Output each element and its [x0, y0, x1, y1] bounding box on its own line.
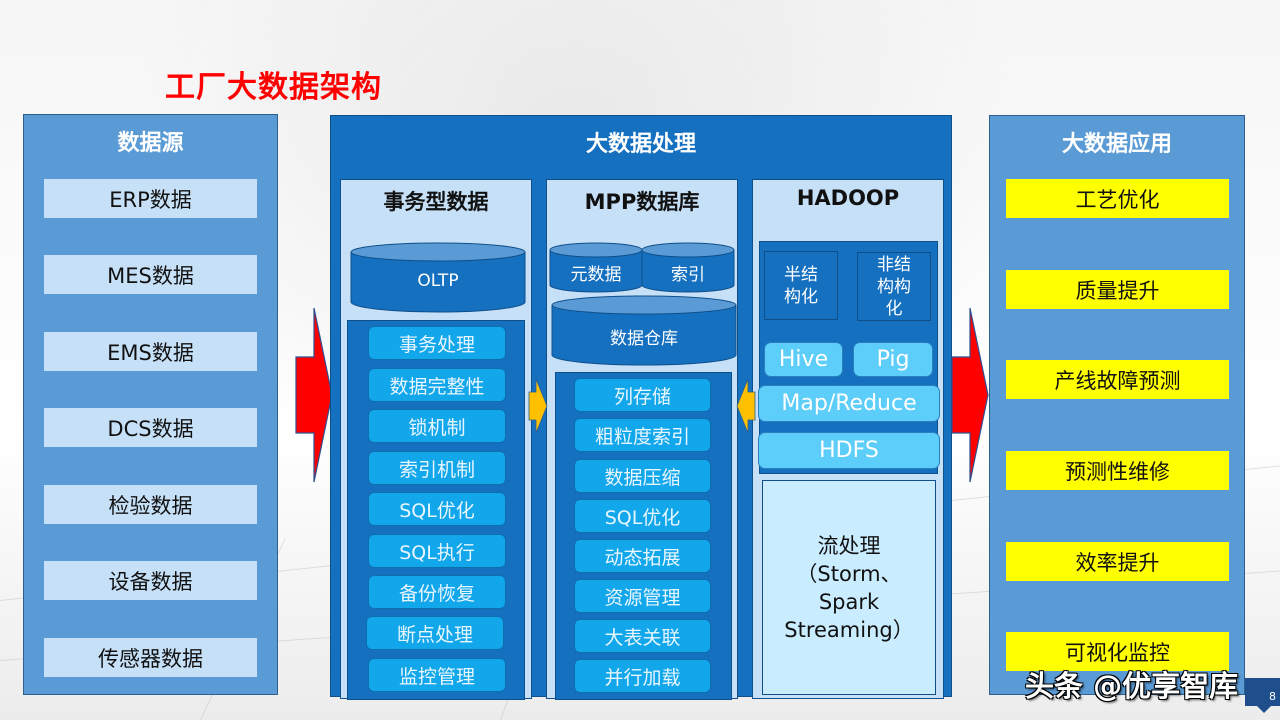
hadoop-stack-box: 半结 构化 非结 构构 化 Hive Pig Map/Reduce HDFS	[758, 241, 940, 474]
source-item: ERP数据	[44, 179, 257, 218]
flow-arrow-right-small-icon	[528, 378, 548, 434]
big-data-processing-panel: 大数据处理 事务型数据 OLTP 事务处理 数据完整性 锁机制 索引机制 SQL…	[330, 115, 952, 700]
source-item: DCS数据	[44, 408, 257, 447]
transactional-data-column: 事务型数据 OLTP 事务处理 数据完整性 锁机制 索引机制 SQL优化 SQL…	[340, 179, 532, 700]
metadata-label: 元数据	[570, 265, 622, 285]
source-item: 检验数据	[44, 485, 257, 524]
processing-heading: 大数据处理	[585, 132, 696, 157]
feature-item: 数据压缩	[574, 459, 711, 493]
hadoop-heading: HADOOP	[796, 186, 900, 210]
flow-arrow-left-small-icon	[736, 378, 756, 434]
applications-heading: 大数据应用	[1061, 132, 1172, 157]
feature-item: 锁机制	[368, 409, 506, 443]
feature-item: 列存储	[574, 378, 711, 412]
data-warehouse-label: 数据仓库	[610, 329, 678, 349]
transactional-heading: 事务型数据	[383, 190, 489, 214]
page-number-badge: 8	[1245, 678, 1280, 713]
feature-item: 事务处理	[368, 326, 506, 360]
flow-arrow-right-icon	[295, 307, 333, 483]
feature-item: 资源管理	[574, 579, 711, 613]
application-item: 质量提升	[1006, 270, 1229, 309]
pig-block: Pig	[853, 342, 933, 377]
hadoop-column: HADOOP 半结 构化 非结 构构 化 Hive Pig Map/Reduce…	[752, 179, 944, 699]
application-item: 效率提升	[1006, 542, 1229, 581]
index-database: 索引	[641, 242, 735, 294]
hdfs-block: HDFS	[758, 432, 940, 469]
transactional-features-box: 事务处理 数据完整性 锁机制 索引机制 SQL优化 SQL执行 备份恢复 断点处…	[347, 320, 525, 700]
feature-item: SQL优化	[574, 499, 711, 533]
data-warehouse-database: 数据仓库	[551, 295, 737, 367]
mpp-heading: MPP数据库	[584, 190, 700, 214]
stream-processing-box: 流处理 （Storm、 Spark Streaming）	[762, 480, 936, 695]
mapreduce-block: Map/Reduce	[758, 385, 940, 422]
oltp-label: OLTP	[417, 271, 459, 291]
source-item: 传感器数据	[44, 638, 257, 677]
data-sources-panel: 数据源 ERP数据 MES数据 EMS数据 DCS数据 检验数据 设备数据 传感…	[23, 114, 278, 695]
feature-item: 监控管理	[368, 658, 506, 692]
unstructured-box: 非结 构构 化	[857, 252, 931, 321]
semi-structured-box: 半结 构化	[764, 251, 838, 320]
feature-item: 数据完整性	[368, 368, 506, 402]
feature-item: 备份恢复	[368, 575, 506, 609]
source-item: EMS数据	[44, 332, 257, 371]
mpp-database-column: MPP数据库 元数据 索引 数据仓库 列存储 粗粒度索引 数据压缩 SQL优化 …	[546, 179, 738, 700]
feature-item: SQL优化	[368, 492, 506, 526]
feature-item: 并行加载	[574, 659, 711, 693]
application-item: 工艺优化	[1006, 179, 1229, 218]
feature-item: SQL执行	[368, 534, 506, 568]
feature-item: 断点处理	[366, 616, 504, 650]
index-label: 索引	[671, 265, 705, 285]
application-item: 产线故障预测	[1006, 360, 1229, 399]
big-data-applications-panel: 大数据应用 工艺优化 质量提升 产线故障预测 预测性维修 效率提升 可视化监控	[989, 115, 1245, 695]
application-item: 预测性维修	[1006, 451, 1229, 490]
metadata-database: 元数据	[549, 242, 643, 294]
feature-item: 粗粒度索引	[574, 418, 711, 452]
feature-item: 索引机制	[368, 451, 506, 485]
flow-arrow-right-icon	[951, 307, 989, 483]
page-number: 8	[1269, 690, 1276, 703]
data-sources-heading: 数据源	[117, 131, 184, 156]
watermark: 头条 @优享智库	[1025, 669, 1239, 703]
mpp-features-box: 列存储 粗粒度索引 数据压缩 SQL优化 动态拓展 资源管理 大表关联 并行加载	[555, 372, 732, 700]
source-item: 设备数据	[44, 561, 257, 600]
oltp-database: OLTP	[350, 242, 526, 314]
feature-item: 大表关联	[574, 619, 711, 653]
source-item: MES数据	[44, 255, 257, 294]
hive-block: Hive	[764, 342, 843, 377]
feature-item: 动态拓展	[574, 539, 711, 573]
page-title: 工厂大数据架构	[165, 70, 382, 105]
